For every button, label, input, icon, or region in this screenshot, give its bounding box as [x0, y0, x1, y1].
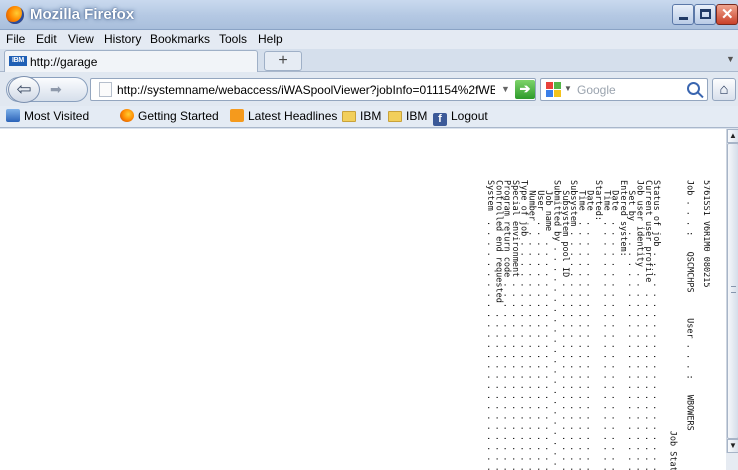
- bookmark-latest-headlines[interactable]: Latest Headlines: [230, 109, 337, 123]
- tab-garage[interactable]: IBM http://garage: [4, 50, 258, 72]
- spool-report: 5761SS1 V6R1M0 080215 Job . . . : QSCMCHP…: [380, 180, 710, 470]
- title-bar: Mozilla Firefox ✕: [0, 0, 738, 30]
- rss-icon: [230, 109, 244, 122]
- firefox-icon: [120, 109, 134, 122]
- bookmark-getting-started[interactable]: Getting Started: [120, 109, 219, 123]
- report-line: User . . . . . . . . . . . . . . . . . .…: [534, 180, 545, 470]
- report-line: Number . . . . . . . . . . . . . . . . .…: [526, 180, 537, 470]
- report-line: 5761SS1 V6R1M0 080215: [700, 180, 710, 288]
- bookmark-folder-ibm-1[interactable]: IBM: [342, 109, 381, 123]
- address-bar[interactable]: http://systemname/webaccess/iWASpoolView…: [90, 78, 536, 101]
- report-line: Status of job . . . . . . . . . . . . . …: [651, 180, 662, 470]
- menu-help[interactable]: Help: [258, 32, 283, 46]
- folder-icon: [342, 111, 356, 122]
- minimize-icon: [679, 17, 688, 20]
- search-bar[interactable]: ▼ Google: [540, 78, 708, 101]
- close-icon: ✕: [721, 6, 734, 23]
- menu-view[interactable]: View: [68, 32, 94, 46]
- go-button[interactable]: ➔: [515, 80, 535, 99]
- facebook-icon: f: [433, 113, 447, 126]
- window-title: Mozilla Firefox: [30, 6, 135, 23]
- firefox-logo-icon: [6, 6, 24, 24]
- report-line: Program return code . . . . . . . . . . …: [501, 180, 512, 470]
- home-button[interactable]: ⌂: [712, 78, 736, 101]
- search-input[interactable]: Google: [577, 83, 616, 97]
- report-line: Job user identity . . . . . . . . . . . …: [634, 180, 645, 470]
- bookmark-most-visited[interactable]: Most Visited: [6, 109, 89, 123]
- ibm-favicon-icon: IBM: [9, 56, 27, 66]
- scroll-thumb[interactable]: [727, 143, 738, 439]
- page-icon: [99, 82, 112, 97]
- tab-list-chevron-down-icon[interactable]: ▼: [726, 54, 735, 64]
- folder-icon: [388, 111, 402, 122]
- home-icon: ⌂: [719, 81, 729, 98]
- bookmark-logout[interactable]: f Logout: [433, 109, 488, 126]
- menu-bar: File Edit View History Bookmarks Tools H…: [0, 30, 738, 49]
- report-line: Set by . . . . . . . . . . . . . . . . .…: [626, 180, 637, 470]
- minimize-button[interactable]: [672, 4, 694, 25]
- scroll-down-button[interactable]: ▼: [727, 439, 738, 453]
- report-line: Date . . . . . . . . . . . . . . . . . .…: [584, 180, 595, 470]
- report-line: Subsystem pool ID . . . . . . . . . . . …: [559, 180, 570, 470]
- tab-label: http://garage: [30, 55, 98, 69]
- maximize-icon: [700, 9, 711, 19]
- forward-button[interactable]: ➡: [50, 81, 62, 98]
- back-arrow-icon: ⇦: [16, 79, 32, 99]
- report-line: Submitted by . . . . . . . . . . . . . .…: [551, 180, 562, 470]
- search-icon[interactable]: [687, 82, 700, 95]
- report-line: Job name . . . . . . . . . . . . . . . .…: [543, 180, 554, 470]
- scroll-up-button[interactable]: ▲: [727, 129, 738, 143]
- maximize-button[interactable]: [694, 4, 716, 25]
- report-line: Time . . . . . . . . . . . . . . . . . .…: [576, 180, 587, 470]
- report-line: CARA: [476, 180, 487, 470]
- navigation-bar: ⇦ ➡ http://systemname/webaccess/iWASpool…: [0, 72, 738, 106]
- report-line: Entered system:: [617, 180, 628, 257]
- menu-edit[interactable]: Edit: [36, 32, 57, 46]
- url-history-chevron-down-icon[interactable]: ▼: [501, 84, 510, 94]
- menu-bookmarks[interactable]: Bookmarks: [150, 32, 210, 46]
- menu-file[interactable]: File: [6, 32, 25, 46]
- report-line: Time . . . . . . . . . . . . . . . . . .…: [601, 180, 612, 470]
- bookmarks-bar: Most Visited Getting Started Latest Head…: [0, 106, 738, 128]
- page-content: 5761SS1 V6R1M0 080215 Job . . . : QSCMCHP…: [0, 129, 738, 470]
- new-tab-button[interactable]: +: [264, 51, 302, 71]
- report-line: Subsystem . . . . . . . . . . . . . . . …: [568, 180, 579, 470]
- back-button[interactable]: ⇦: [8, 76, 40, 103]
- report-line: Job . . . : QSCMCHPS User . . . : WBOWER…: [684, 180, 695, 431]
- vertical-scrollbar[interactable]: ▲ ▼: [726, 129, 738, 470]
- close-button[interactable]: ✕: [716, 4, 738, 25]
- report-line: Started:: [593, 180, 603, 221]
- url-input[interactable]: http://systemname/webaccess/iWASpoolView…: [117, 83, 495, 97]
- most-visited-icon: [6, 109, 20, 122]
- search-engine-icon[interactable]: ▼: [544, 81, 572, 98]
- report-line: Special environment . . . . . . . . . . …: [510, 180, 520, 470]
- report-line: Job Status Attribu: [667, 180, 678, 470]
- menu-tools[interactable]: Tools: [219, 32, 247, 46]
- report-line: System . . . . . . . . . . . . . . . . .…: [485, 180, 496, 470]
- report-line: Current user profile . . . . . . . . . .…: [642, 180, 653, 470]
- bookmark-folder-ibm-2[interactable]: IBM: [388, 109, 427, 123]
- report-line: Controlled end requested . . . . . . . .…: [493, 180, 504, 470]
- grip-icon: [731, 286, 736, 293]
- report-line: Date . . . . . . . . . . . . . . . . . .…: [609, 180, 620, 470]
- tab-strip: IBM http://garage + ▼: [0, 49, 738, 72]
- resize-corner: [726, 453, 738, 470]
- menu-history[interactable]: History: [104, 32, 141, 46]
- report-line: Type of job . . . . . . . . . . . . . . …: [518, 180, 529, 470]
